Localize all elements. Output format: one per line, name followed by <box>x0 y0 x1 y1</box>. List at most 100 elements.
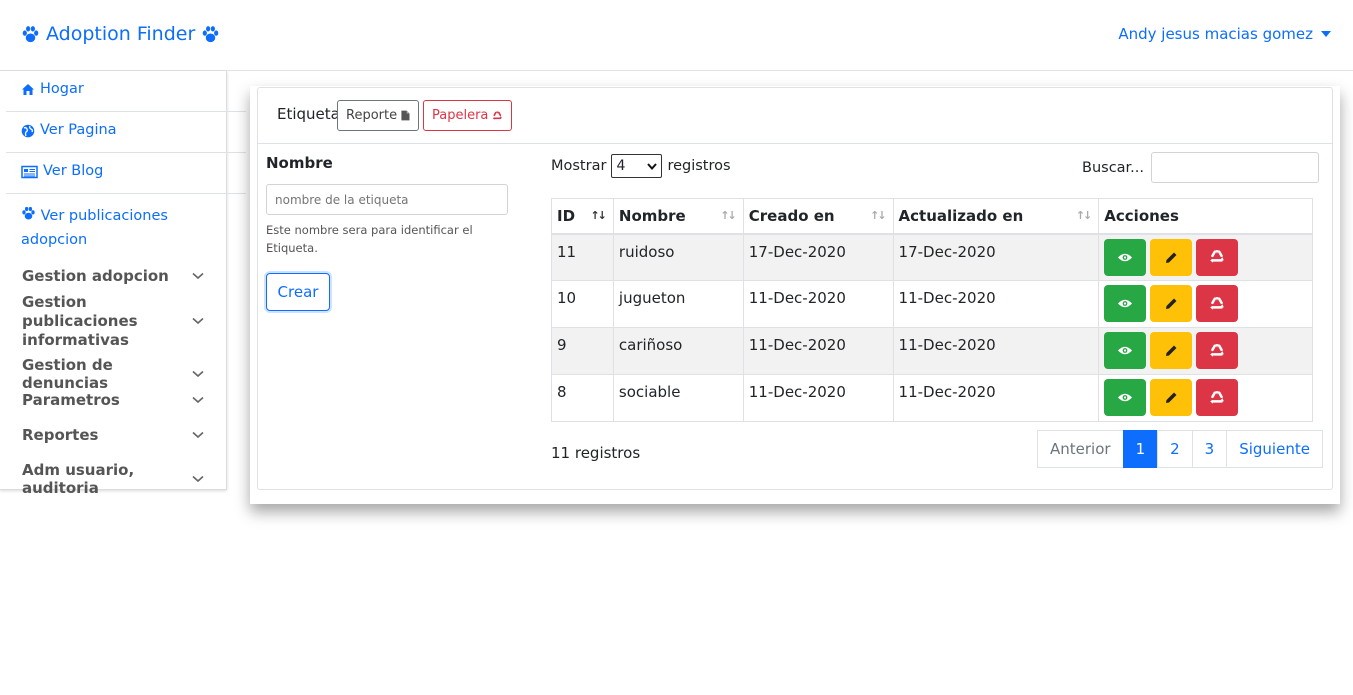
eye-icon <box>1118 299 1133 308</box>
edit-button[interactable] <box>1150 285 1193 322</box>
papelera-button[interactable]: Papelera <box>423 100 512 131</box>
nombre-help-text: Este nombre sera para identificar el Eti… <box>266 223 473 255</box>
col-label: ID <box>557 206 576 225</box>
edit-button[interactable] <box>1150 332 1193 369</box>
sidebar-group-label: Gestion publicaciones informativas <box>22 292 138 349</box>
search-input[interactable] <box>1151 152 1320 183</box>
table-row: 8 sociable 11-Dec-2020 11-Dec-2020 <box>551 374 1313 422</box>
sidebar-item-ver-blog[interactable]: Ver Blog <box>6 163 246 194</box>
sidebar-group-gestion-denuncias[interactable]: Gestion de denuncias <box>22 356 204 392</box>
sidebar-group-adm-usuario[interactable]: Adm usuario, auditoria <box>22 461 204 497</box>
cell-acciones <box>1098 233 1313 281</box>
sidebar-group-gestion-adopcion[interactable]: Gestion adopcion <box>22 267 204 285</box>
table-row: 11 ruidoso 17-Dec-2020 17-Dec-2020 <box>551 233 1313 281</box>
cell-creado: 17-Dec-2020 <box>742 233 894 281</box>
file-icon <box>401 110 410 121</box>
view-button[interactable] <box>1104 238 1147 276</box>
delete-button[interactable] <box>1196 332 1239 369</box>
pagination-page-1[interactable]: 1 <box>1122 430 1159 468</box>
sidebar-item-label: Hogar <box>40 81 84 97</box>
pagination-prev[interactable]: Anterior <box>1037 430 1124 468</box>
etiquetas-table: ID ↑↓ Nombre ↑↓ Creado en ↑↓ Actualizado en… <box>551 198 1313 422</box>
user-name: Andy jesus macias gomez <box>1118 25 1313 43</box>
cell-acciones <box>1098 280 1313 328</box>
chevron-down-icon <box>192 475 204 483</box>
sidebar-group-label: Reportes <box>22 426 99 444</box>
pencil-icon <box>1165 392 1177 403</box>
card-inner: Etiqueta Reporte Papelera Nombre Este no… <box>257 87 1333 490</box>
sidebar-item-hogar[interactable]: Hogar <box>6 81 246 112</box>
cell-nombre: sociable <box>612 374 744 422</box>
recycle-icon <box>1210 250 1225 263</box>
pagination-next[interactable]: Siguiente <box>1226 430 1323 468</box>
caret-down-icon <box>1321 31 1331 37</box>
sort-icon: ↑↓ <box>720 209 737 222</box>
sidebar-item-ver-pagina[interactable]: Ver Pagina <box>6 122 246 153</box>
recycle-icon <box>1210 390 1225 404</box>
delete-button[interactable] <box>1196 285 1239 322</box>
recycle-icon <box>1210 343 1225 357</box>
cell-actualizado: 11-Dec-2020 <box>892 374 1100 422</box>
sidebar: Hogar Ver Pagina Ver Blog Ver publicacio… <box>0 71 246 497</box>
crear-button[interactable]: Crear <box>266 273 330 311</box>
sidebar-group-gestion-publicaciones[interactable]: Gestion publicaciones informativas <box>22 293 204 349</box>
view-button[interactable] <box>1104 379 1147 416</box>
page-length-value: 4 <box>616 158 626 174</box>
col-acciones: Acciones <box>1098 198 1313 235</box>
paw-icon <box>22 25 39 42</box>
page-title: Etiqueta <box>277 105 340 123</box>
mostrar-label: Mostrar <box>551 158 607 174</box>
sidebar-group-parametros[interactable]: Parametros <box>22 391 204 409</box>
cell-id: 9 <box>551 327 614 375</box>
sort-icon: ↑↓ <box>870 209 887 222</box>
pagination-page-2[interactable]: 2 <box>1157 430 1193 468</box>
col-nombre[interactable]: Nombre ↑↓ <box>612 198 744 235</box>
sidebar-item-label: Ver Blog <box>43 163 104 179</box>
col-label: Creado en <box>748 206 835 225</box>
sidebar-group-label: Adm usuario, auditoria <box>22 461 135 497</box>
cell-actualizado: 11-Dec-2020 <box>892 280 1100 328</box>
edit-button[interactable] <box>1150 238 1193 276</box>
view-button[interactable] <box>1104 285 1147 322</box>
edit-button[interactable] <box>1150 379 1193 416</box>
cell-nombre: ruidoso <box>612 233 744 281</box>
col-creado[interactable]: Creado en ↑↓ <box>742 198 894 235</box>
sidebar-group-reportes[interactable]: Reportes <box>22 426 204 444</box>
cell-id: 8 <box>551 374 614 422</box>
delete-button[interactable] <box>1196 238 1239 276</box>
cell-creado: 11-Dec-2020 <box>742 374 894 422</box>
eye-icon <box>1118 393 1133 402</box>
col-actualizado[interactable]: Actualizado en ↑↓ <box>892 198 1100 235</box>
sidebar-item-label: Ver Pagina <box>40 122 117 138</box>
sidebar-item-ver-publicaciones[interactable]: Ver publicaciones adopcion <box>6 204 206 252</box>
sort-icon: ↑↓ <box>1075 209 1093 222</box>
brand-name: Adoption Finder <box>46 23 196 45</box>
table-row: 10 jugueton 11-Dec-2020 11-Dec-2020 <box>551 280 1313 328</box>
main-card: Etiqueta Reporte Papelera Nombre Este no… <box>250 86 1340 504</box>
search-label: Buscar... <box>1082 159 1145 176</box>
eye-icon <box>1118 253 1133 261</box>
newspaper-icon <box>21 165 38 179</box>
user-menu[interactable]: Andy jesus macias gomez <box>1118 25 1331 43</box>
brand-link[interactable]: Adoption Finder <box>21 23 220 45</box>
table-row: 9 cariñoso 11-Dec-2020 11-Dec-2020 <box>551 327 1313 375</box>
col-label: Nombre <box>618 206 686 225</box>
view-button[interactable] <box>1104 332 1147 369</box>
sidebar-item-label: Ver publicaciones adopcion <box>21 208 168 248</box>
page-length-select[interactable]: 4 <box>611 154 663 178</box>
nombre-input[interactable] <box>266 184 508 215</box>
pagination: Anterior 1 2 3 Siguiente <box>1037 430 1323 468</box>
col-id[interactable]: ID ↑↓ <box>551 198 614 235</box>
cell-nombre: cariñoso <box>612 327 744 375</box>
pagination-page-3[interactable]: 3 <box>1191 430 1228 468</box>
sidebar-item-text: Ver publicaciones adopcion <box>21 204 206 252</box>
card-header: Etiqueta Reporte Papelera <box>258 88 1332 144</box>
chevron-down-icon <box>192 317 204 325</box>
delete-button[interactable] <box>1196 379 1239 416</box>
page-length-control: Mostrar 4 registros <box>551 154 731 178</box>
sidebar-group-label: Parametros <box>22 391 120 409</box>
reporte-button[interactable]: Reporte <box>337 100 419 131</box>
chevron-down-icon <box>647 162 658 170</box>
top-navbar: Adoption Finder Andy jesus macias gomez <box>0 0 1353 71</box>
cell-acciones <box>1098 327 1313 375</box>
